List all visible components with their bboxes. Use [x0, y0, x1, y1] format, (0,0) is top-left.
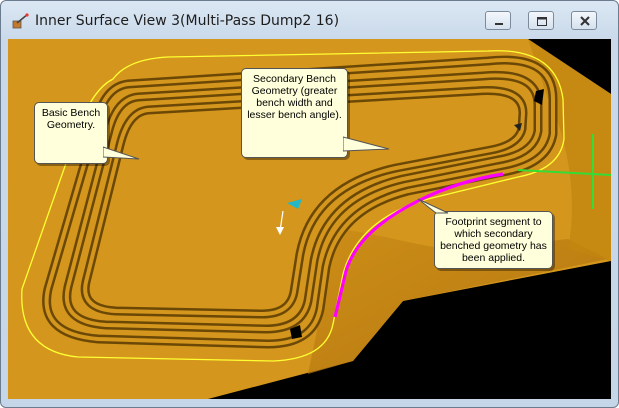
callout-basic-bench: Basic Bench Geometry. [34, 102, 108, 164]
app-icon [12, 12, 30, 30]
title-bar[interactable]: Inner Surface View 3(Multi-Pass Dump2 16… [1, 1, 618, 39]
minimize-button[interactable] [485, 11, 511, 30]
restore-icon [537, 17, 547, 26]
callout-pointer [103, 146, 140, 160]
close-icon [580, 16, 590, 26]
app-window: Inner Surface View 3(Multi-Pass Dump2 16… [0, 0, 619, 408]
surface-viewport[interactable]: Basic Bench Geometry. Secondary Bench Ge… [8, 39, 611, 399]
callout-pointer [417, 198, 449, 214]
callout-secondary-bench: Secondary Bench Geometry (greater bench … [241, 68, 348, 158]
callout-pointer [343, 136, 390, 152]
restore-button[interactable] [528, 11, 554, 30]
close-button[interactable] [571, 11, 597, 30]
minimize-icon [495, 23, 503, 25]
window-title: Inner Surface View 3(Multi-Pass Dump2 16… [35, 13, 340, 29]
